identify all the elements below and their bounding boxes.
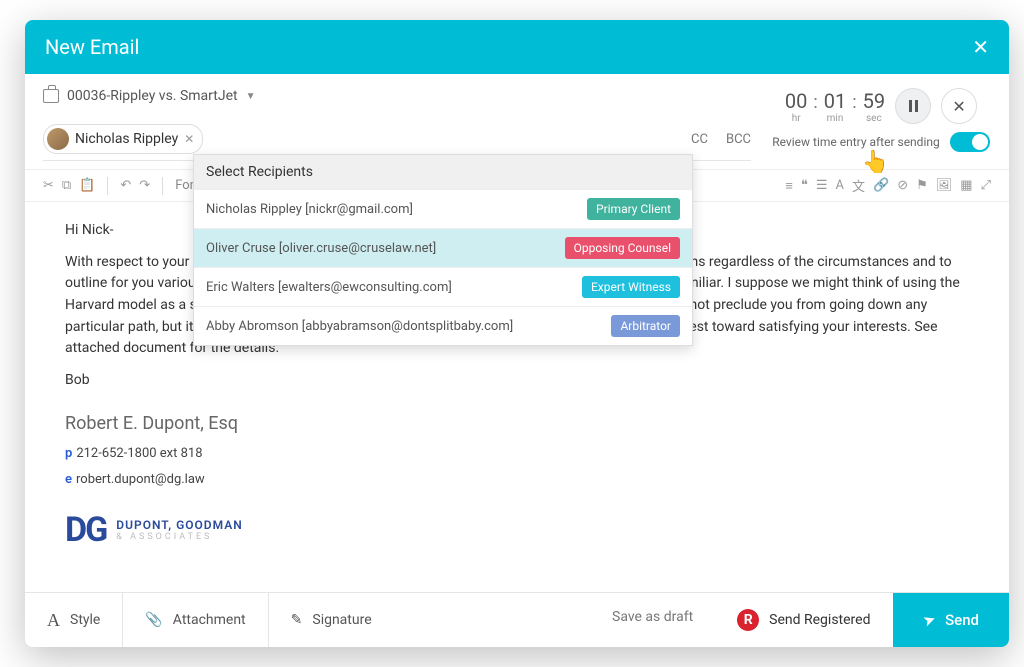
compose-fields: 00036-Rippley vs. SmartJet ▼ Nicholas Ri… [43,84,751,161]
table-icon[interactable]: ▦ [960,178,972,193]
timer-hr: 00 [785,89,807,113]
signature-phone: p212-652-1800 ext 818 [65,444,979,464]
bcc-button[interactable]: BCC [726,132,751,147]
recipients-dropdown: Select Recipients Nicholas Rippley [nick… [193,154,693,346]
role-tag: Primary Client [587,198,680,220]
expand-icon[interactable]: ⤢ [981,178,991,193]
cut-icon[interactable]: ✂ [43,178,54,193]
compose-footer: A Style Attachment Signature Save as dra… [25,592,1009,647]
recipient-chip[interactable]: Nicholas Rippley ✕ [43,124,203,154]
send-registered-button[interactable]: R Send Registered [715,593,892,647]
review-time-label: Review time entry after sending [772,135,939,149]
list-icon[interactable]: ≡ [785,178,793,194]
timer-display: 00hr : 01min : 59sec [785,89,885,124]
paste-icon[interactable]: 📋 [79,178,95,193]
flag-icon[interactable]: ⚑ [916,178,928,193]
recipient-option[interactable]: Abby Abromson [abbyabramson@dontsplitbab… [194,306,692,345]
modal-header: New Email ✕ [25,20,1009,74]
recipient-text: Abby Abromson [abbyabramson@dontsplitbab… [206,319,513,334]
style-icon: A [47,610,60,631]
cc-button[interactable]: CC [691,132,708,147]
recipient-text: Nicholas Rippley [nickr@gmail.com] [206,202,413,217]
timer-sec: 59 [863,89,885,113]
signature-button[interactable]: Signature [269,593,394,647]
dropdown-title: Select Recipients [194,155,692,189]
briefcase-icon [43,89,59,103]
image-icon[interactable]: 🖼 [936,178,953,193]
case-selector[interactable]: 00036-Rippley vs. SmartJet ▼ [43,84,751,108]
quote-icon[interactable]: ❝ [801,178,808,193]
close-icon[interactable]: ✕ [972,35,989,59]
send-button[interactable]: Send [893,593,1010,647]
recipient-text: Oliver Cruse [oliver.cruse@cruselaw.net] [206,241,436,256]
remove-chip-icon[interactable]: ✕ [184,132,194,146]
recipient-option[interactable]: Nicholas Rippley [nickr@gmail.com] Prima… [194,189,692,228]
language-icon[interactable]: 文 [852,176,865,195]
compose-top-area: 00036-Rippley vs. SmartJet ▼ Nicholas Ri… [25,74,1009,161]
role-tag: Arbitrator [611,315,680,337]
text-color-icon[interactable]: A [836,178,844,193]
signature-icon [291,612,303,628]
signature-name: Robert E. Dupont, Esq [65,410,979,438]
avatar [47,128,69,150]
role-tag: Expert Witness [582,276,680,298]
role-tag: Opposing Counsel [565,237,680,259]
cursor-hand-icon: 👆 [862,150,889,175]
copy-icon[interactable]: ⧉ [62,178,71,193]
attachment-button[interactable]: Attachment [123,593,268,647]
undo-icon[interactable]: ↶ [120,178,131,193]
modal-title: New Email [45,35,139,59]
compose-email-modal: New Email ✕ 00036-Rippley vs. SmartJet ▼… [25,20,1009,647]
signoff-text: Bob [65,370,979,392]
unlink-icon[interactable]: ⊘ [897,178,908,193]
cancel-timer-button[interactable]: ✕ [941,88,977,124]
review-toggle[interactable] [950,132,990,152]
recipient-option[interactable]: Oliver Cruse [oliver.cruse@cruselaw.net]… [194,228,692,267]
registered-icon: R [737,609,759,631]
recipient-option[interactable]: Eric Walters [ewalters@ewconsulting.com]… [194,267,692,306]
timer-min: 01 [824,89,846,113]
pause-button[interactable] [895,88,931,124]
link-icon[interactable]: 🔗 [873,178,889,193]
align-icon[interactable]: ☰ [816,178,828,193]
signature-email: erobert.dupont@dg.law [65,470,979,490]
pause-icon [909,100,918,112]
timer-panel: 00hr : 01min : 59sec ✕ Review time entry… [771,84,991,152]
case-label: 00036-Rippley vs. SmartJet [67,88,238,104]
save-draft-button[interactable]: Save as draft [590,593,715,647]
signature-logo: DG DUPONT, GOODMAN & ASSOCIATES [65,504,979,557]
send-icon [923,611,936,629]
recipient-name: Nicholas Rippley [75,131,178,147]
redo-icon[interactable]: ↷ [139,178,150,193]
style-button[interactable]: A Style [25,593,123,647]
caret-down-icon: ▼ [246,91,256,102]
recipient-text: Eric Walters [ewalters@ewconsulting.com] [206,280,452,295]
paperclip-icon [145,612,162,628]
